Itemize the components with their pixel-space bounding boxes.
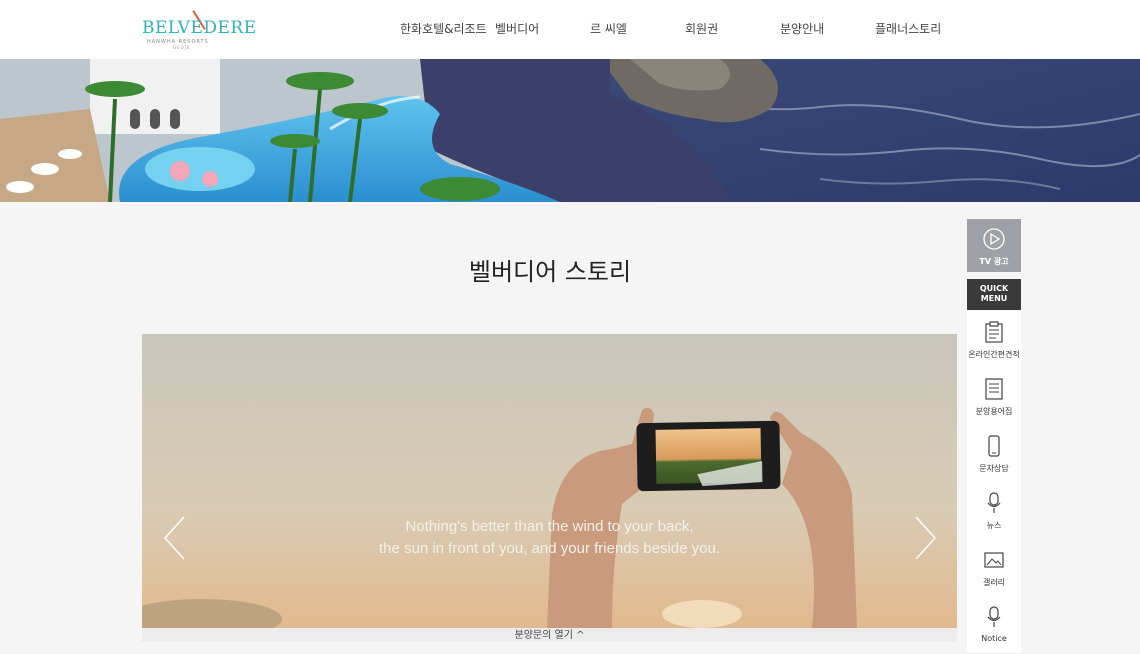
- sunset-phone-photo: [142, 334, 957, 628]
- site-header: BELVEDERE HANWHA RESORTS GEOJE 한화호텔&리조트 …: [0, 0, 1140, 59]
- belvedere-logo[interactable]: BELVEDERE HANWHA RESORTS GEOJE: [142, 9, 256, 51]
- logo-location: GEOJE: [173, 45, 191, 50]
- nav-planner-story[interactable]: 플래너스토리: [875, 20, 941, 37]
- quick-online-estimate[interactable]: 온라인간편견적: [967, 311, 1021, 369]
- sms-consult-label: 문자상담: [979, 464, 1009, 473]
- menu-label: MENU: [980, 294, 1008, 303]
- microphone-icon: [987, 492, 1001, 513]
- glossary-label: 분양용어집: [975, 407, 1013, 416]
- quick-notice[interactable]: Notice: [967, 596, 1021, 654]
- quick-glossary[interactable]: 분양용어집: [967, 368, 1021, 426]
- quote-line-2: the sun in front of you, and your friend…: [378, 540, 721, 557]
- quick-gallery[interactable]: 갤러리: [967, 539, 1021, 597]
- nav-membership[interactable]: 회원권: [685, 20, 718, 37]
- clipboard-icon: [985, 321, 1003, 343]
- chevron-left-icon: [163, 516, 185, 560]
- resort-pool-illustration: [0, 59, 1140, 202]
- quick-news[interactable]: 뉴스: [967, 482, 1021, 540]
- online-estimate-label: 온라인간편견적: [968, 350, 1020, 359]
- slider-next-arrow-icon[interactable]: [910, 515, 938, 561]
- tv-ad-button[interactable]: TV 광고: [967, 219, 1021, 272]
- tv-ad-label: TV 광고: [979, 257, 1009, 266]
- chevron-right-icon: [915, 516, 937, 560]
- mobile-phone-icon: [988, 435, 1000, 457]
- page-title: 벨버디어 스토리: [468, 258, 632, 286]
- quick-label: QUICK: [979, 284, 1009, 293]
- nav-sales-guide[interactable]: 분양안내: [780, 20, 824, 37]
- quick-menu-header: QUICK MENU: [967, 279, 1021, 310]
- gallery-label: 갤러리: [982, 578, 1006, 587]
- picture-icon: [984, 552, 1004, 568]
- hero-banner-image: [0, 59, 1140, 202]
- document-icon: [985, 378, 1003, 400]
- slider-prev-arrow-icon[interactable]: [162, 515, 190, 561]
- nav-hanwha[interactable]: 한화호텔&리조트: [400, 20, 487, 37]
- logo-text: BELVEDERE: [142, 18, 257, 38]
- slider-quote: Nothing's better than the wind to your b…: [342, 516, 757, 560]
- story-slider: Nothing's better than the wind to your b…: [142, 334, 957, 628]
- quote-line-1: Nothing's better than the wind to your b…: [405, 518, 694, 535]
- quick-sms-consult[interactable]: 문자상담: [967, 425, 1021, 483]
- sales-inquiry-toggle[interactable]: 분양문의 열기 ^: [142, 628, 957, 642]
- news-label: 뉴스: [986, 521, 1002, 530]
- nav-leciel[interactable]: 르 씨엘: [590, 20, 627, 37]
- notice-microphone-icon: [987, 606, 1001, 627]
- nav-belvedere[interactable]: 벨버디어: [495, 20, 539, 37]
